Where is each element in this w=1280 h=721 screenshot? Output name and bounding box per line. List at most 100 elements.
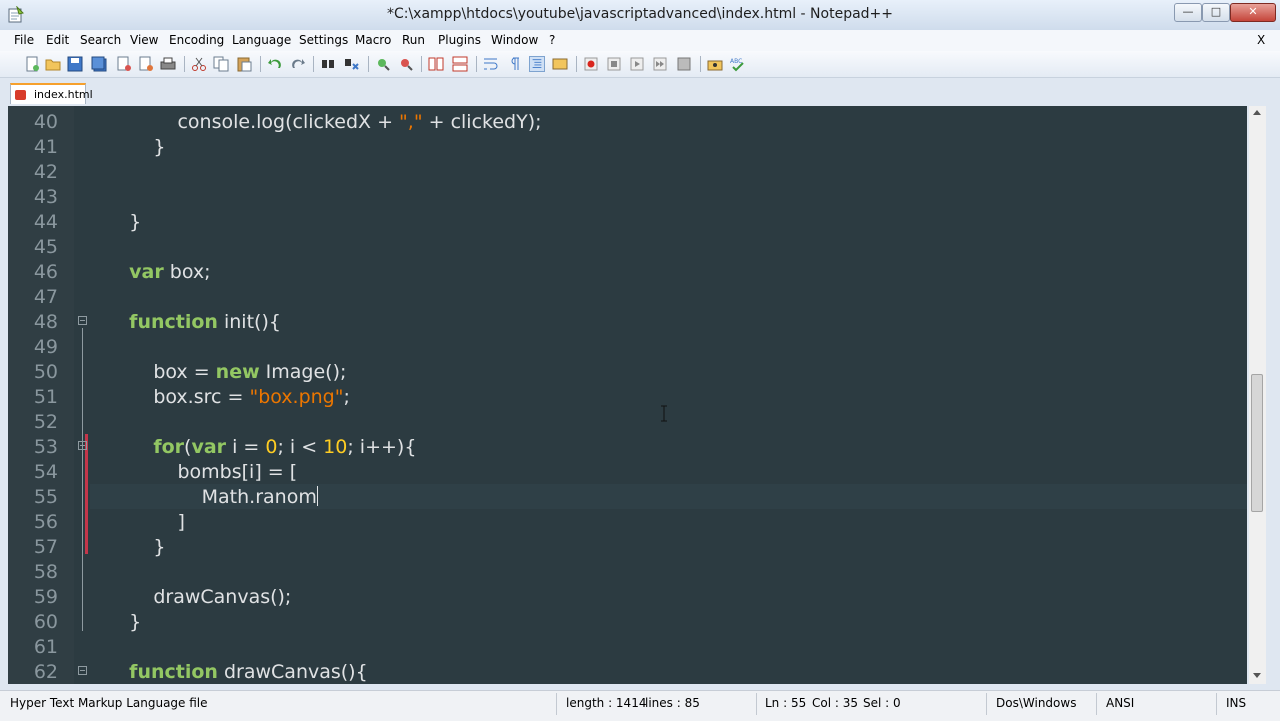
code-text[interactable]: Math.ranom xyxy=(105,486,318,508)
line-number: 46 xyxy=(33,261,58,283)
line-number: 60 xyxy=(33,611,58,633)
close-icon[interactable] xyxy=(116,56,132,72)
status-length: length : 1414 xyxy=(566,696,647,710)
save-macro-icon[interactable] xyxy=(676,56,692,72)
code-text[interactable]: function init(){ xyxy=(105,311,281,333)
code-text[interactable]: box.src = "box.png"; xyxy=(105,386,350,408)
code-text[interactable]: function drawCanvas(){ xyxy=(105,661,368,683)
status-ln: Ln : 55 xyxy=(765,696,807,710)
code-line[interactable]: 52 xyxy=(8,409,1247,434)
show-all-chars-icon[interactable] xyxy=(506,56,522,72)
code-line[interactable]: 60 } xyxy=(8,609,1247,634)
code-line[interactable]: 43 xyxy=(8,184,1247,209)
run-macro-multiple-icon[interactable] xyxy=(652,56,668,72)
new-file-icon[interactable] xyxy=(24,56,40,72)
indent-guide-icon[interactable] xyxy=(529,56,545,72)
code-text[interactable]: } xyxy=(105,211,141,233)
sync-v-icon[interactable] xyxy=(428,56,444,72)
code-line[interactable]: 46 var box; xyxy=(8,259,1247,284)
redo-icon[interactable] xyxy=(290,56,306,72)
code-line[interactable]: 40 console.log(clickedX + "," + clickedY… xyxy=(8,109,1247,134)
code-line[interactable]: 42 xyxy=(8,159,1247,184)
record-macro-icon[interactable] xyxy=(583,56,599,72)
code-line[interactable]: 49 xyxy=(8,334,1247,359)
menu-search[interactable]: Search xyxy=(80,33,121,47)
title-bar[interactable]: *C:\xampp\htdocs\youtube\javascriptadvan… xyxy=(0,0,1280,31)
code-text[interactable]: console.log(clickedX + "," + clickedY); xyxy=(105,111,541,133)
code-line[interactable]: 56 ] xyxy=(8,509,1247,534)
play-macro-icon[interactable] xyxy=(629,56,645,72)
zoom-out-icon[interactable] xyxy=(398,56,414,72)
line-number: 58 xyxy=(33,561,58,583)
menu-window[interactable]: Window xyxy=(491,33,538,47)
code-line[interactable]: 61 xyxy=(8,634,1247,659)
line-number: 55 xyxy=(33,486,58,508)
spellcheck-icon[interactable]: ABC xyxy=(730,56,746,72)
minimize-button[interactable]: — xyxy=(1174,3,1202,22)
code-text[interactable]: ] xyxy=(105,511,184,533)
trim-icon[interactable] xyxy=(707,56,723,72)
code-line[interactable]: 45 xyxy=(8,234,1247,259)
save-all-icon[interactable] xyxy=(91,56,107,72)
maximize-button[interactable]: □ xyxy=(1202,3,1230,22)
fold-toggle-icon[interactable] xyxy=(78,316,87,325)
status-insert-mode[interactable]: INS xyxy=(1226,696,1246,710)
code-line[interactable]: 41 } xyxy=(8,134,1247,159)
menu-help[interactable]: ? xyxy=(549,33,555,47)
cut-icon[interactable] xyxy=(191,56,207,72)
close-document-button[interactable]: X xyxy=(1257,33,1265,47)
code-line[interactable]: 58 xyxy=(8,559,1247,584)
code-line[interactable]: 55 Math.ranom xyxy=(8,484,1247,509)
code-text[interactable]: for(var i = 0; i < 10; i++){ xyxy=(105,436,416,458)
code-line[interactable]: 51 box.src = "box.png"; xyxy=(8,384,1247,409)
code-line[interactable]: 48 function init(){ xyxy=(8,309,1247,334)
menu-plugins[interactable]: Plugins xyxy=(438,33,481,47)
tab-index-html[interactable]: index.html xyxy=(10,83,93,104)
stop-macro-icon[interactable] xyxy=(606,56,622,72)
code-line[interactable]: 53 for(var i = 0; i < 10; i++){ xyxy=(8,434,1247,459)
code-line[interactable]: 54 bombs[i] = [ xyxy=(8,459,1247,484)
code-text[interactable]: drawCanvas(); xyxy=(105,586,291,608)
code-line[interactable]: 62 function drawCanvas(){ xyxy=(8,659,1247,684)
zoom-in-icon[interactable] xyxy=(375,56,391,72)
fold-toggle-icon[interactable] xyxy=(78,666,87,675)
print-icon[interactable] xyxy=(160,56,176,72)
scroll-down-arrow-icon[interactable] xyxy=(1253,673,1261,678)
code-text[interactable]: } xyxy=(105,136,165,158)
menu-settings[interactable]: Settings xyxy=(299,33,348,47)
code-text[interactable]: } xyxy=(105,536,165,558)
sync-h-icon[interactable] xyxy=(452,56,468,72)
scrollbar-thumb[interactable] xyxy=(1251,374,1263,512)
find-icon[interactable] xyxy=(320,56,336,72)
undo-icon[interactable] xyxy=(267,56,283,72)
code-editor[interactable]: 40 console.log(clickedX + "," + clickedY… xyxy=(8,106,1247,684)
code-line[interactable]: 59 drawCanvas(); xyxy=(8,584,1247,609)
menu-macro[interactable]: Macro xyxy=(355,33,391,47)
code-text[interactable]: } xyxy=(105,611,141,633)
code-text[interactable]: box = new Image(); xyxy=(105,361,346,383)
word-wrap-icon[interactable] xyxy=(483,56,499,72)
user-lang-icon[interactable] xyxy=(552,56,568,72)
code-line[interactable]: 57 } xyxy=(8,534,1247,559)
open-file-icon[interactable] xyxy=(45,56,61,72)
save-icon[interactable] xyxy=(67,56,83,72)
menu-view[interactable]: View xyxy=(130,33,158,47)
menu-edit[interactable]: Edit xyxy=(46,33,69,47)
menu-file[interactable]: File xyxy=(14,33,34,47)
close-window-button[interactable]: ✕ xyxy=(1230,3,1276,22)
code-line[interactable]: 47 xyxy=(8,284,1247,309)
code-line[interactable]: 44 } xyxy=(8,209,1247,234)
vertical-scrollbar[interactable] xyxy=(1249,106,1266,684)
fold-toggle-icon[interactable] xyxy=(78,441,87,450)
menu-language[interactable]: Language xyxy=(232,33,291,47)
menu-run[interactable]: Run xyxy=(402,33,425,47)
close-all-icon[interactable] xyxy=(138,56,154,72)
paste-icon[interactable] xyxy=(236,56,252,72)
menu-encoding[interactable]: Encoding xyxy=(169,33,224,47)
code-text[interactable]: bombs[i] = [ xyxy=(105,461,297,483)
code-line[interactable]: 50 box = new Image(); xyxy=(8,359,1247,384)
replace-icon[interactable] xyxy=(344,56,360,72)
code-text[interactable]: var box; xyxy=(105,261,210,283)
scroll-up-arrow-icon[interactable] xyxy=(1253,110,1261,115)
copy-icon[interactable] xyxy=(213,56,229,72)
